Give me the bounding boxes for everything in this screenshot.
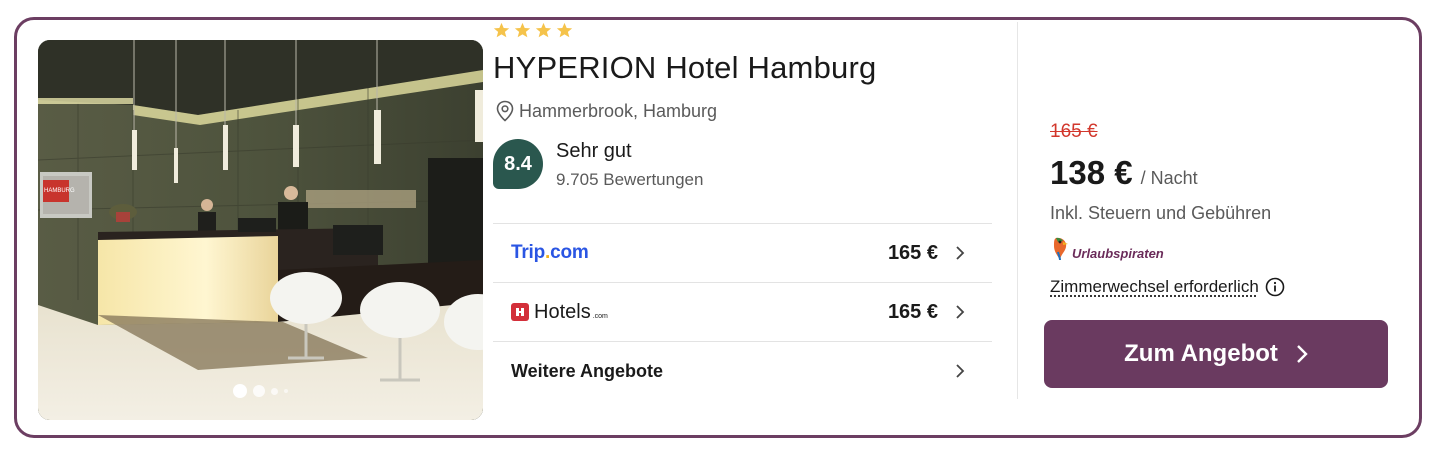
hotels-logo-icon xyxy=(511,303,529,321)
carousel-dots[interactable] xyxy=(38,384,483,398)
chevron-right-icon xyxy=(956,246,965,260)
rating-count[interactable]: 9.705 Bewertungen xyxy=(556,170,703,190)
more-offers-label: Weitere Angebote xyxy=(511,360,664,381)
offer-price: 165 € xyxy=(887,300,938,323)
carousel-dot[interactable] xyxy=(271,387,278,395)
tripcom-logo: Trip.com xyxy=(511,242,589,263)
location-pin-icon xyxy=(496,100,514,122)
view-offer-label: Zum Angebot xyxy=(1124,340,1278,367)
offer-price: 165 € xyxy=(887,241,938,264)
location-text: Hammerbrook, Hamburg xyxy=(519,100,718,121)
star-rating xyxy=(493,22,573,39)
column-divider xyxy=(1017,22,1018,399)
lobby-image: HAMBURG xyxy=(38,40,483,420)
more-offers-row[interactable]: Weitere Angebote xyxy=(493,341,992,400)
room-change-note[interactable]: Zimmerwechsel erforderlich xyxy=(1050,277,1285,297)
hotelscom-logo: Hotels .com xyxy=(511,301,608,324)
deal-provider: Urlaubspiraten xyxy=(1050,236,1164,262)
carousel-dot[interactable] xyxy=(253,385,265,397)
provider-name: Urlaubspiraten xyxy=(1072,246,1164,261)
offers-list: Trip.com 165 € Hotels .com 165 € Weitere … xyxy=(493,223,992,400)
rating-label: Sehr gut xyxy=(556,140,632,162)
current-price: 138 € xyxy=(1050,154,1133,191)
star-icon xyxy=(535,22,552,38)
price-unit: / Nacht xyxy=(1140,168,1198,188)
screen-text: HAMBURG xyxy=(44,188,75,194)
chevron-right-icon xyxy=(1297,345,1308,363)
old-price: 165 € xyxy=(1050,121,1098,142)
hotel-name[interactable]: HYPERION Hotel Hamburg xyxy=(493,50,876,86)
star-icon xyxy=(514,22,531,38)
hotel-photo[interactable]: HAMBURG xyxy=(38,40,483,420)
carousel-dot-active[interactable] xyxy=(233,384,247,398)
parrot-logo-icon xyxy=(1054,237,1068,261)
offer-row-tripcom[interactable]: Trip.com 165 € xyxy=(493,223,992,282)
price-row: 138 € / Nacht xyxy=(1050,154,1198,192)
star-icon xyxy=(493,22,510,38)
carousel-dot[interactable] xyxy=(284,389,288,393)
chevron-right-icon xyxy=(956,364,965,378)
view-offer-button[interactable]: Zum Angebot xyxy=(1044,320,1388,388)
offer-row-hotelscom[interactable]: Hotels .com 165 € xyxy=(493,282,992,341)
rating-score-badge: 8.4 xyxy=(493,139,543,189)
room-change-text[interactable]: Zimmerwechsel erforderlich xyxy=(1050,277,1259,297)
chevron-right-icon xyxy=(956,305,965,319)
tax-note: Inkl. Steuern und Gebühren xyxy=(1050,203,1272,223)
info-circle-icon[interactable] xyxy=(1265,277,1285,297)
star-icon xyxy=(556,22,573,38)
hotel-location: Hammerbrook, Hamburg xyxy=(495,100,717,122)
